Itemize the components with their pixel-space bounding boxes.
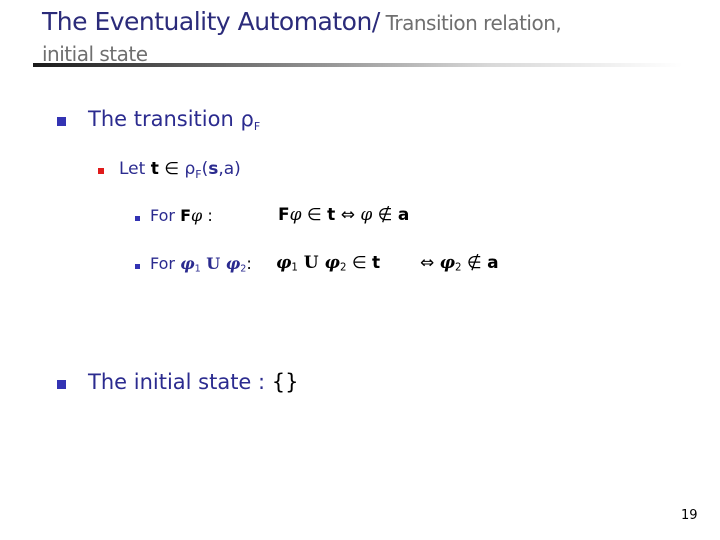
rho-subscript: F bbox=[253, 120, 261, 133]
title-divider bbox=[33, 63, 683, 67]
not-element-of-symbol: ∉ bbox=[372, 205, 398, 225]
s-symbol: s bbox=[208, 159, 219, 179]
bullet-icon bbox=[135, 216, 140, 221]
until-operator: U bbox=[200, 254, 226, 273]
phi-symbol: φ bbox=[360, 205, 373, 225]
a-symbol: a bbox=[487, 253, 499, 273]
phi-symbol: φ bbox=[225, 254, 241, 273]
not-element-of-symbol: ∉ bbox=[461, 253, 488, 273]
element-of-symbol: ∈ bbox=[158, 159, 185, 179]
bullet-icon bbox=[57, 380, 66, 389]
until-operator: U bbox=[297, 253, 325, 273]
element-of-symbol: ∈ bbox=[301, 205, 328, 225]
for-text: For bbox=[150, 206, 181, 225]
title-line-1: The Eventuality Automaton/ Transition re… bbox=[42, 7, 562, 36]
phi-symbol: φ bbox=[439, 253, 456, 273]
t-symbol: t bbox=[150, 159, 159, 179]
case-rule-until-rhs: ⇔ φ2 ∉ a bbox=[420, 253, 499, 274]
for-text: For bbox=[150, 254, 181, 273]
bullet-let: Let t ∈ ρF(s,a) bbox=[119, 159, 241, 181]
bullet-icon bbox=[57, 117, 66, 126]
title-sub: Transition relation, bbox=[379, 11, 562, 35]
phi-symbol: φ bbox=[191, 206, 203, 225]
let-text: Let bbox=[119, 159, 151, 179]
t-symbol: t bbox=[372, 253, 381, 273]
phi-symbol: φ bbox=[180, 254, 195, 273]
bullet-icon bbox=[98, 168, 104, 174]
rho-symbol: ρ bbox=[240, 107, 254, 131]
f-operator: F bbox=[180, 206, 192, 225]
iff-symbol: ⇔ bbox=[420, 253, 440, 273]
colon: : bbox=[246, 254, 252, 273]
bullet-icon bbox=[135, 264, 140, 269]
page-number: 19 bbox=[681, 508, 698, 523]
phi-symbol: φ bbox=[289, 205, 302, 225]
iff-symbol: ⇔ bbox=[335, 205, 361, 225]
phi-symbol: φ bbox=[324, 253, 340, 273]
element-of-symbol: ∈ bbox=[346, 253, 373, 273]
bullet-transition: The transition ρF bbox=[88, 107, 260, 133]
bullet-text: The transition bbox=[88, 107, 241, 131]
bullet-text: The initial state : bbox=[88, 370, 272, 394]
a-symbol: a bbox=[397, 205, 410, 225]
colon: : bbox=[202, 206, 213, 225]
bullet-initial-state: The initial state : {} bbox=[88, 370, 299, 394]
phi-symbol: φ bbox=[276, 253, 292, 273]
f-operator: F bbox=[278, 205, 290, 225]
case-rule-until-lhs: φ1 U φ2 ∈ t bbox=[276, 253, 380, 274]
title-main: The Eventuality Automaton/ bbox=[42, 7, 380, 36]
case-rule-f: Fφ ∈ t ⇔ φ ∉ a bbox=[278, 205, 409, 225]
empty-set: {} bbox=[271, 370, 299, 394]
case-label-f: For Fφ : bbox=[150, 206, 213, 225]
rest-args: ,a) bbox=[218, 159, 241, 179]
rho-symbol: ρ bbox=[184, 159, 196, 179]
case-label-until: For φ1 U φ2: bbox=[150, 254, 252, 274]
